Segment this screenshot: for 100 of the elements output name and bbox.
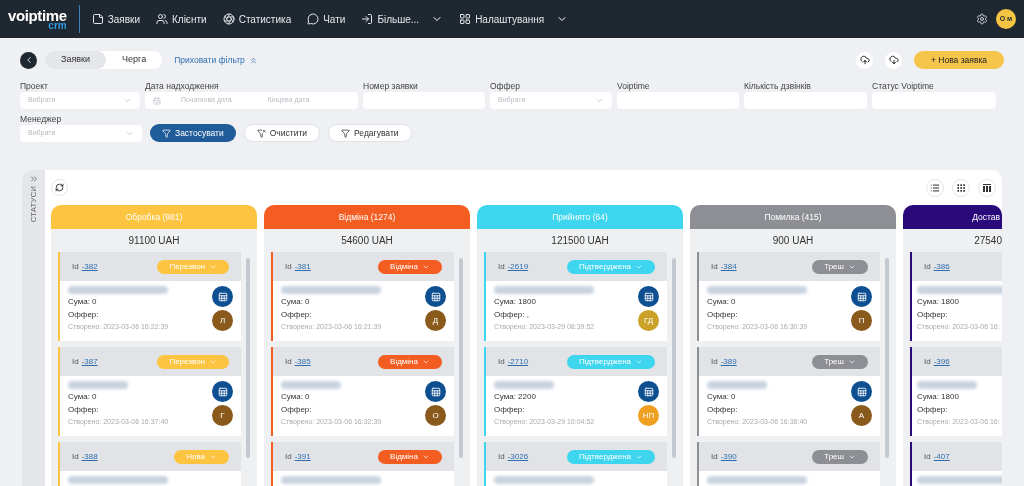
view-tab[interactable]: Заявки	[45, 51, 107, 69]
table-badge[interactable]	[425, 286, 446, 307]
card-id-link[interactable]: -2710	[507, 355, 529, 368]
field-label: Номер заявки	[363, 80, 419, 92]
filter-icon	[341, 128, 351, 138]
statuses-sidebar[interactable]: СТАТУСИ	[22, 170, 45, 486]
status-dropdown[interactable]: Відміна	[378, 354, 442, 369]
card-id-link[interactable]: -382	[81, 260, 98, 273]
chat-icon	[307, 13, 320, 25]
table-icon	[856, 386, 867, 397]
action-button[interactable]: Очистити	[243, 124, 321, 142]
card-id-link[interactable]: -2619	[507, 260, 529, 273]
nav-item[interactable]: Заявки	[91, 11, 140, 27]
card-sum: Сума: 0	[281, 391, 311, 402]
id-label: Id	[285, 450, 292, 463]
card-id-link[interactable]: -388	[81, 450, 98, 463]
table-badge[interactable]	[851, 381, 872, 402]
card-sum: Сума: 2200	[494, 391, 537, 402]
chevrons-right-icon	[28, 174, 39, 184]
redacted-text	[281, 381, 341, 389]
id-label: Id	[498, 260, 505, 273]
chevrons-up-icon	[248, 55, 258, 65]
redacted-text	[707, 381, 767, 389]
cloud-download-icon	[888, 55, 899, 65]
settings-icon[interactable]	[976, 13, 988, 25]
card-offer: Оффер:	[68, 404, 100, 415]
id-label: Id	[72, 450, 79, 463]
action-button[interactable]: Редагувати	[328, 124, 412, 142]
field-label: Дата надходження	[145, 80, 220, 92]
table-badge[interactable]	[212, 381, 233, 402]
status-dropdown[interactable]: Відміна	[378, 449, 442, 464]
redacted-text	[917, 381, 977, 389]
redacted-text	[68, 381, 128, 389]
manager-avatar: А	[851, 405, 872, 426]
card-sum: Сума: 0	[281, 296, 311, 307]
card-id-link[interactable]: -386	[933, 260, 950, 273]
hide-filter-link[interactable]: Приховати фільтр	[174, 53, 258, 67]
card-id-link[interactable]: -390	[720, 450, 737, 463]
status-dropdown[interactable]: Треш	[812, 259, 868, 274]
table-badge[interactable]	[638, 286, 659, 307]
card-id-link[interactable]: -389	[720, 355, 737, 368]
refresh-icon	[55, 183, 64, 192]
card-offer: Оффер:	[281, 309, 313, 320]
card-id-link[interactable]: -396	[933, 355, 950, 368]
field-label: Оффер	[490, 80, 522, 92]
scrollbar[interactable]	[459, 258, 463, 458]
manager-avatar: О	[425, 405, 446, 426]
manager-avatar: Г	[212, 405, 233, 426]
clock-icon	[153, 96, 161, 105]
manager-avatar: Д	[425, 310, 446, 331]
scrollbar[interactable]	[885, 258, 889, 458]
column-header: Помилка (415)	[690, 205, 896, 229]
table-badge[interactable]	[425, 381, 446, 402]
id-label: Id	[72, 260, 79, 273]
card-id-link[interactable]: -384	[720, 260, 737, 273]
card-id-link[interactable]: -381	[294, 260, 311, 273]
id-label: Id	[711, 450, 718, 463]
status-dropdown[interactable]: Відміна	[378, 259, 442, 274]
column-total: 121500 UAH	[551, 234, 609, 248]
table-icon	[430, 386, 441, 397]
nav-item[interactable]: Клієнти	[156, 11, 207, 27]
column-total: 54600 UAH	[341, 234, 393, 248]
card-offer: Оффер:	[281, 404, 313, 415]
brand-subtitle: crm	[48, 20, 67, 31]
nav-item[interactable]: Більше...	[361, 11, 420, 27]
nav-item[interactable]: Статистика	[222, 11, 292, 27]
status-dropdown[interactable]: Треш	[812, 449, 868, 464]
redacted-text	[494, 381, 554, 389]
download-button[interactable]	[885, 51, 902, 69]
field-label: Voiptime	[617, 80, 651, 92]
nav-item[interactable]: Налаштування	[459, 11, 545, 27]
table-icon	[217, 291, 228, 302]
column-header: Відміна (1274)	[264, 205, 470, 229]
card-id-link[interactable]: -391	[294, 450, 311, 463]
action-button[interactable]: Застосувати	[150, 124, 236, 142]
scrollbar[interactable]	[246, 258, 250, 458]
table-badge[interactable]	[851, 286, 872, 307]
field-label: Проект	[20, 80, 49, 92]
table-icon	[643, 386, 654, 397]
scrollbar[interactable]	[672, 258, 676, 458]
status-dropdown[interactable]: Треш	[812, 354, 868, 369]
table-badge[interactable]	[638, 381, 659, 402]
card-sum: Сума: 0	[68, 391, 98, 402]
refresh-button[interactable]	[51, 179, 68, 196]
grid-icon	[459, 13, 472, 25]
card-id-link[interactable]: -407	[933, 450, 950, 463]
column-header: Достав	[903, 205, 1002, 229]
chevron-down-icon	[595, 96, 604, 105]
card-id-link[interactable]: -385	[294, 355, 311, 368]
note-icon	[91, 13, 104, 25]
table-badge[interactable]	[212, 286, 233, 307]
upload-button[interactable]	[856, 51, 873, 69]
card-id-link[interactable]: -387	[81, 355, 98, 368]
brand-logo: voiptime	[8, 7, 67, 23]
nav-item[interactable]: Чати	[307, 11, 346, 27]
filter-icon	[162, 128, 171, 138]
card-id-link[interactable]: -3026	[507, 450, 529, 463]
field-label: Статус Voiptime	[872, 80, 935, 92]
back-button[interactable]	[20, 51, 37, 69]
new-request-button[interactable]: + Нова заявка	[914, 51, 1004, 69]
